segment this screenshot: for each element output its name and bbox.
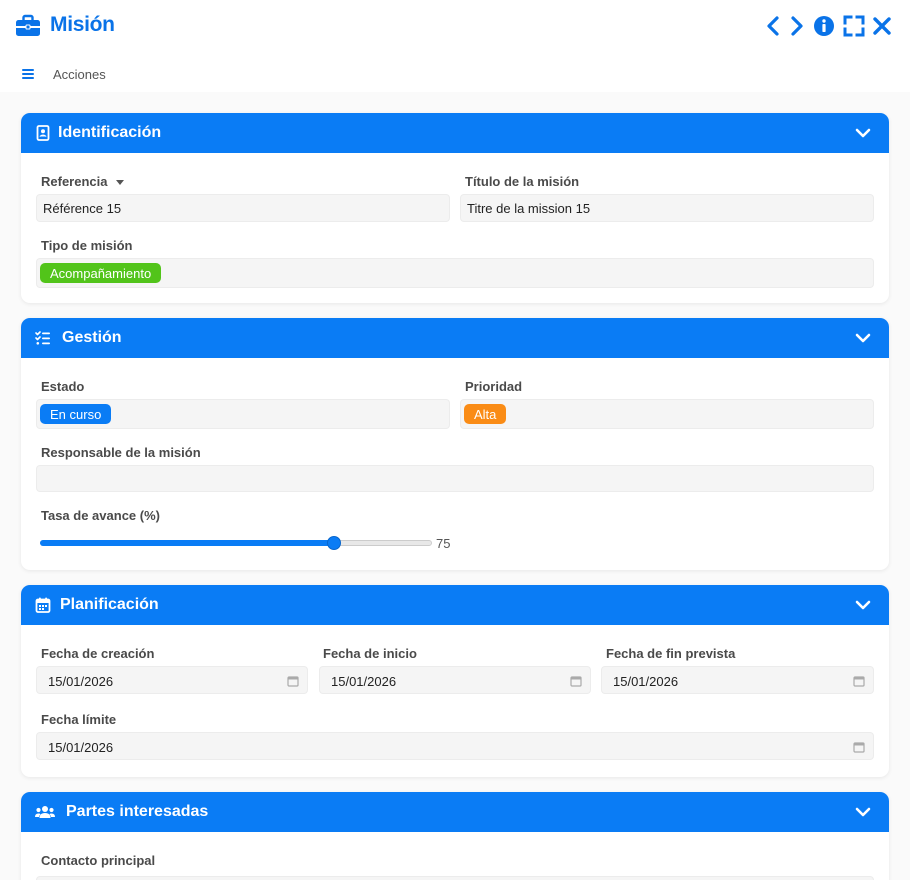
referencia-input[interactable]: Référence 15 [36,194,450,222]
calendar-icon [35,597,51,613]
section-title: Identificación [58,124,162,141]
fecha-inicio-value: 15/01/2026 [331,674,397,689]
fecha-inicio-input[interactable]: 15/01/2026 [319,666,591,694]
prioridad-label: Prioridad [465,379,523,394]
fecha-fin-label: Fecha de fin prevista [606,646,736,661]
prioridad-tag: Alta [464,404,507,424]
avance-slider-fill [40,540,334,546]
estado-tag: En curso [40,404,112,424]
chevron-down-icon[interactable] [855,331,871,345]
tipo-label: Tipo de misión [41,238,133,253]
section-header-identificacion[interactable]: Identificación [21,113,889,153]
referencia-label-text: Referencia [41,174,108,189]
chevron-down-icon[interactable] [855,598,871,612]
avance-slider-thumb[interactable] [327,536,341,550]
chevron-down-icon[interactable] [855,805,871,819]
fecha-creacion-label: Fecha de creación [41,646,155,661]
titulo-label: Título de la misión [465,174,580,189]
tipo-tag: Acompañamiento [40,263,162,283]
estado-select[interactable]: En curso [36,399,450,429]
titulo-input[interactable]: Titre de la mission 15 [460,194,874,222]
task-list-icon [35,331,50,345]
actions-label: Acciones [53,66,106,82]
avance-label: Tasa de avance (%) [41,508,160,523]
fecha-limite-input[interactable]: 15/01/2026 [36,732,874,760]
section-title: Gestión [62,329,122,346]
chevron-down-icon[interactable] [855,126,871,140]
fecha-inicio-label: Fecha de inicio [323,646,417,661]
fecha-fin-input[interactable]: 15/01/2026 [601,666,874,694]
tipo-select[interactable]: Acompañamiento [36,258,874,288]
estado-label: Estado [41,379,85,394]
close-icon[interactable] [870,14,894,38]
referencia-label: Referencia [41,174,125,189]
info-icon[interactable] [812,14,836,38]
responsable-select[interactable] [36,465,874,492]
fecha-limite-label: Fecha límite [41,712,117,727]
section-partes-interesadas: Partes interesadas Contacto principal [21,792,889,880]
chevron-right-icon[interactable] [784,14,808,38]
fecha-creacion-input[interactable]: 15/01/2026 [36,666,308,694]
hamburger-menu-icon [22,69,34,79]
fecha-fin-value: 15/01/2026 [613,674,679,689]
mission-window: Misión Acciones Identificación Referenci… [0,0,910,880]
section-identificacion: Identificación Referencia Référence 15 T… [21,113,889,303]
calendar-small-icon[interactable] [287,675,299,687]
avance-value: 75 [436,536,451,551]
sort-caret-icon[interactable] [115,178,125,186]
users-icon [35,806,55,818]
window-title: Misión [50,13,115,36]
fecha-creacion-value: 15/01/2026 [48,674,114,689]
fecha-limite-value: 15/01/2026 [48,740,114,755]
contacto-principal-select[interactable] [36,876,874,880]
briefcase-icon [16,14,40,36]
calendar-small-icon[interactable] [570,675,582,687]
section-title: Planificación [60,596,159,613]
section-header-partes[interactable]: Partes interesadas [21,792,889,832]
section-title: Partes interesadas [66,803,209,820]
calendar-small-icon[interactable] [853,675,865,687]
title-bar: Misión Acciones [0,0,910,92]
section-planificacion: Planificación Fecha de creación 15/01/20… [21,585,889,777]
id-card-icon [36,125,50,141]
prioridad-select[interactable]: Alta [460,399,874,429]
actions-menu[interactable]: Acciones [20,64,106,84]
calendar-small-icon[interactable] [853,741,865,753]
responsable-label: Responsable de la misión [41,445,201,460]
expand-icon[interactable] [842,14,866,38]
section-gestion: Gestión Estado En curso Prioridad Alta R… [21,318,889,570]
section-header-planificacion[interactable]: Planificación [21,585,889,625]
contacto-principal-label: Contacto principal [41,853,156,868]
section-header-gestion[interactable]: Gestión [21,318,889,358]
chevron-left-icon[interactable] [762,14,786,38]
